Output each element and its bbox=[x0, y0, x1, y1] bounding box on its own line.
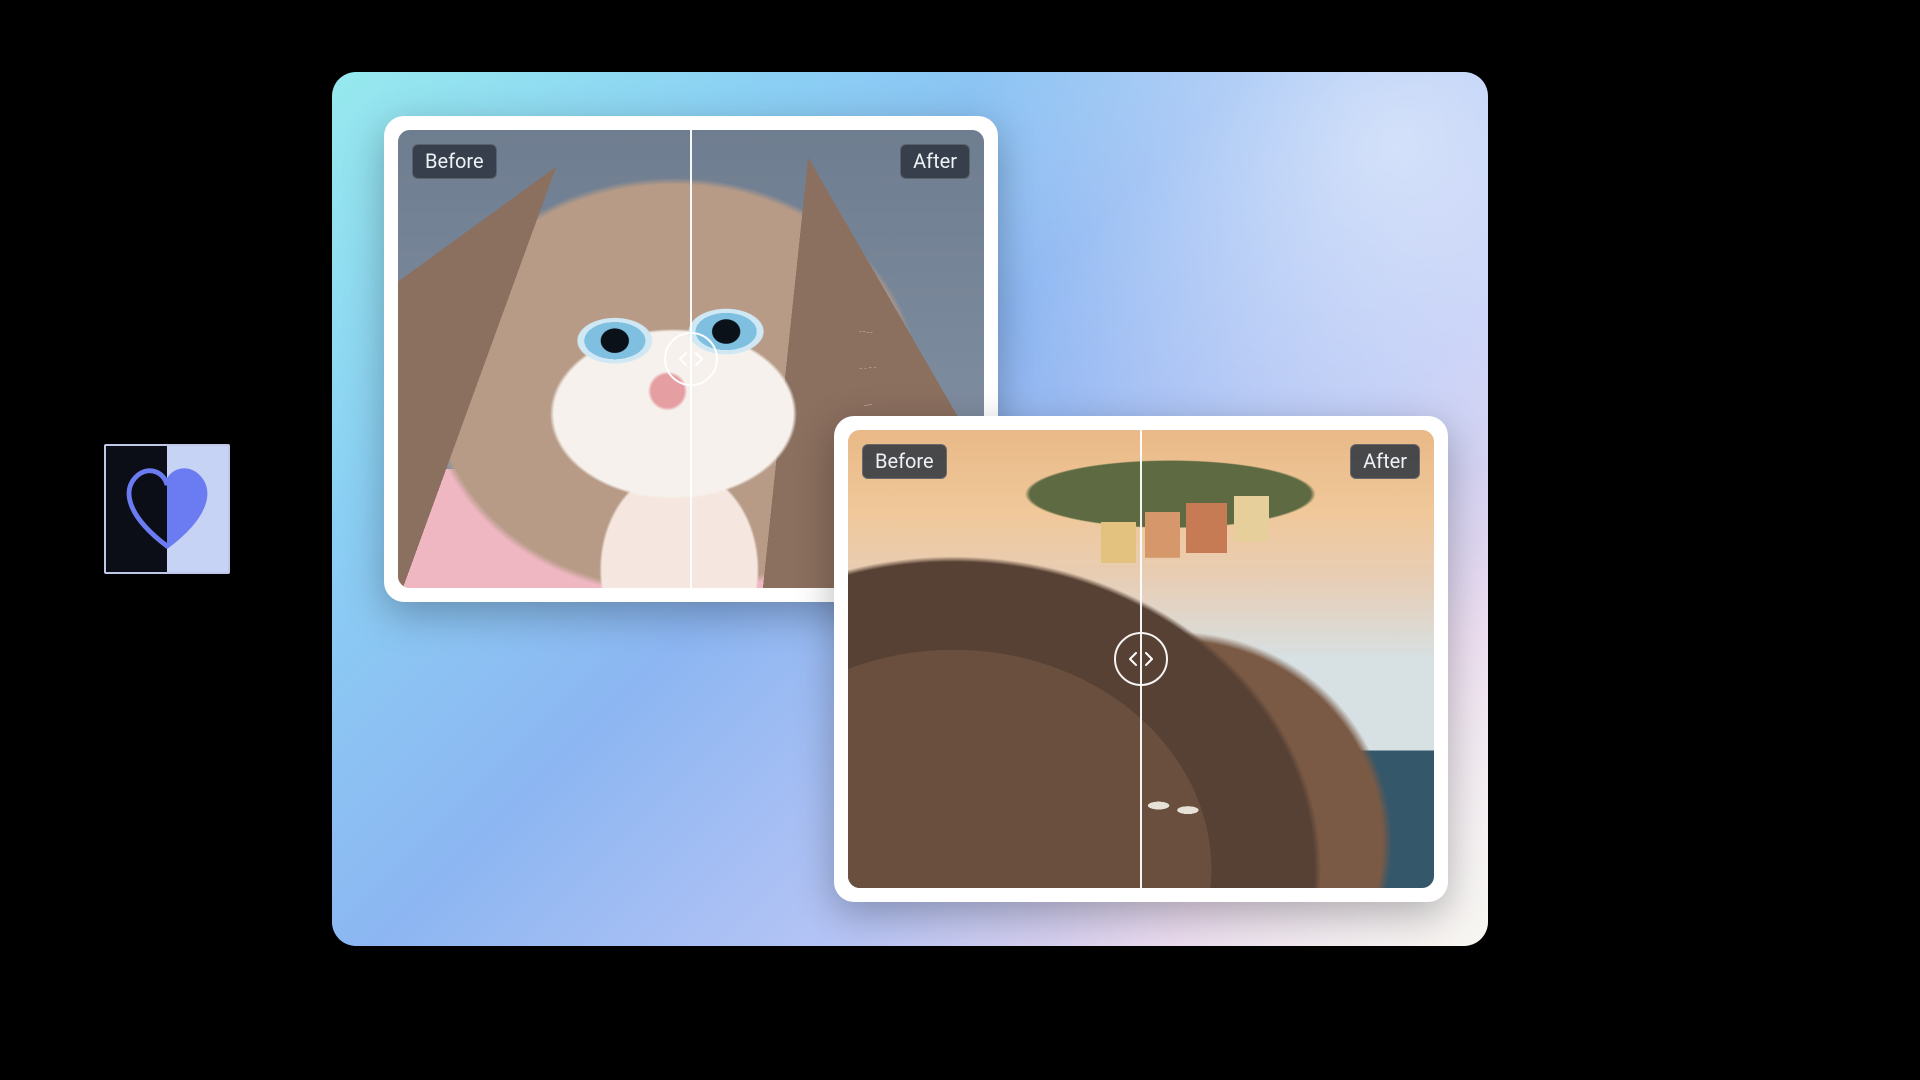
before-badge: Before bbox=[862, 444, 947, 479]
image-after bbox=[1141, 430, 1434, 888]
before-badge: Before bbox=[412, 144, 497, 179]
heart-icon bbox=[106, 446, 228, 568]
after-badge: After bbox=[1350, 444, 1420, 479]
hero-panel: Before After Before After bbox=[332, 72, 1488, 946]
comparison-slider-handle[interactable] bbox=[1114, 632, 1168, 686]
comparison-card-coast: Before After bbox=[834, 416, 1448, 902]
chevron-right-icon bbox=[1144, 652, 1154, 666]
chevron-left-icon bbox=[1128, 652, 1138, 666]
after-badge: After bbox=[900, 144, 970, 179]
chevron-right-icon bbox=[694, 352, 704, 366]
comparison-viewport: Before After bbox=[848, 430, 1434, 888]
chevron-left-icon bbox=[678, 352, 688, 366]
comparison-slider-handle[interactable] bbox=[664, 332, 718, 386]
app-icon bbox=[104, 444, 230, 574]
